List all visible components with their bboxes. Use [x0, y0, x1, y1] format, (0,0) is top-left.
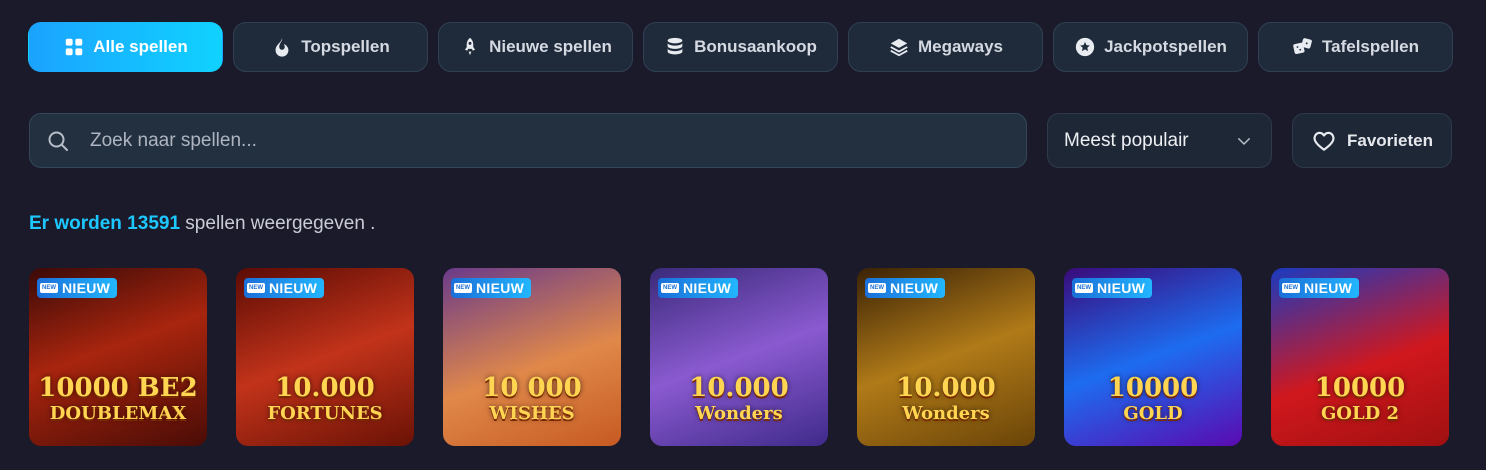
- search-bar[interactable]: [29, 113, 1027, 168]
- tab-label: Tafelspellen: [1322, 37, 1419, 56]
- new-badge-label: NIEUW: [683, 280, 732, 296]
- results-count: Er worden 13591 spellen weergegeven .: [29, 213, 375, 235]
- game-thumbnail-art: 10 000 WISHES: [443, 373, 621, 424]
- game-tile[interactable]: NEW NIEUW 10000 GOLD: [1064, 268, 1242, 446]
- game-title: 10.000: [689, 373, 789, 403]
- new-badge-label: NIEUW: [269, 280, 318, 296]
- game-thumbnail-art: 10.000 Wonders: [650, 373, 828, 424]
- game-title: 10 000: [482, 373, 582, 403]
- tab-nieuwe-spellen[interactable]: Nieuwe spellen: [438, 22, 633, 72]
- new-badge: NEW NIEUW: [658, 278, 739, 298]
- game-subtitle: GOLD 2: [1320, 403, 1400, 424]
- search-input[interactable]: [90, 129, 970, 152]
- new-badge-label: NIEUW: [62, 280, 111, 296]
- new-badge: NEW NIEUW: [1279, 278, 1360, 298]
- tab-label: Topspellen: [301, 37, 390, 56]
- tab-label: Alle spellen: [93, 37, 188, 56]
- new-badge: NEW NIEUW: [244, 278, 325, 298]
- tab-label: Bonusaankoop: [694, 37, 817, 56]
- game-thumbnail-art: 10.000 FORTUNES: [236, 373, 414, 424]
- game-title: 10.000: [896, 373, 996, 403]
- favorites-label: Favorieten: [1347, 130, 1433, 150]
- game-title: 10000: [1107, 373, 1199, 403]
- rocket-icon: [465, 37, 476, 56]
- flame-icon: [275, 37, 289, 57]
- tab-jackpotspellen[interactable]: Jackpotspellen: [1053, 22, 1248, 72]
- game-title: 10.000: [275, 373, 375, 403]
- favorites-button[interactable]: Favorieten: [1292, 113, 1452, 168]
- game-tile[interactable]: NEW NIEUW 10.000 Wonders: [857, 268, 1035, 446]
- tab-label: Nieuwe spellen: [489, 37, 612, 56]
- tab-tafelspellen[interactable]: Tafelspellen: [1258, 22, 1453, 72]
- tab-alle-spellen[interactable]: Alle spellen: [28, 22, 223, 72]
- new-badge-mini: NEW: [454, 283, 472, 293]
- new-badge-label: NIEUW: [476, 280, 525, 296]
- game-subtitle: GOLD: [1123, 403, 1183, 424]
- new-badge: NEW NIEUW: [451, 278, 532, 298]
- tab-label: Jackpotspellen: [1104, 37, 1227, 56]
- new-badge-mini: NEW: [1282, 283, 1300, 293]
- new-badge: NEW NIEUW: [865, 278, 946, 298]
- dice-icon: [1293, 38, 1312, 55]
- game-thumbnail-art: 10000 GOLD 2: [1271, 373, 1449, 424]
- search-icon: [48, 131, 68, 151]
- new-badge-mini: NEW: [868, 283, 886, 293]
- new-badge-label: NIEUW: [1304, 280, 1353, 296]
- new-badge-label: NIEUW: [890, 280, 939, 296]
- game-tile[interactable]: NEW NIEUW 10.000 Wonders: [650, 268, 828, 446]
- star-icon: [1075, 37, 1095, 57]
- game-subtitle: Wonders: [695, 403, 783, 424]
- new-badge-mini: NEW: [1075, 283, 1093, 293]
- layers-icon: [890, 38, 908, 57]
- tab-megaways[interactable]: Megaways: [848, 22, 1043, 72]
- new-badge: NEW NIEUW: [37, 278, 118, 298]
- new-badge-mini: NEW: [247, 283, 265, 293]
- game-subtitle: WISHES: [489, 403, 575, 424]
- tab-bonusaankoop[interactable]: Bonusaankoop: [643, 22, 838, 72]
- game-tile[interactable]: NEW NIEUW 10 000 WISHES: [443, 268, 621, 446]
- tab-label: Megaways: [917, 37, 1004, 56]
- grid-icon: [66, 38, 83, 56]
- heart-icon: [1313, 131, 1335, 151]
- coin-stack-icon: [667, 37, 683, 55]
- new-badge: NEW NIEUW: [1072, 278, 1153, 298]
- results-count-text: spellen weergegeven .: [180, 213, 376, 234]
- results-count-highlight: Er worden 13591: [29, 213, 181, 234]
- game-tile[interactable]: NEW NIEUW 10.000 FORTUNES: [236, 268, 414, 446]
- game-thumbnail-art: 10.000 Wonders: [857, 373, 1035, 424]
- chevron-down-icon: [1238, 137, 1250, 145]
- new-badge-mini: NEW: [40, 283, 58, 293]
- new-badge-mini: NEW: [661, 283, 679, 293]
- category-tabs: Alle spellen Topspellen Nieuwe spellen B…: [28, 22, 1453, 72]
- game-thumbnail-art: 10000 BE2 DOUBLEMAX: [29, 373, 207, 424]
- game-thumbnail-art: 10000 GOLD: [1064, 373, 1242, 424]
- tab-topspellen[interactable]: Topspellen: [233, 22, 428, 72]
- new-badge-label: NIEUW: [1097, 280, 1146, 296]
- sort-selected-value: Meest populair: [1064, 129, 1189, 151]
- game-subtitle: Wonders: [902, 403, 990, 424]
- game-subtitle: DOUBLEMAX: [49, 403, 187, 424]
- game-subtitle: FORTUNES: [267, 403, 383, 424]
- game-title: 10000 BE2: [38, 373, 198, 403]
- game-tile[interactable]: NEW NIEUW 10000 BE2 DOUBLEMAX: [29, 268, 207, 446]
- game-title: 10000: [1314, 373, 1406, 403]
- sort-dropdown[interactable]: Meest populair: [1047, 113, 1272, 168]
- game-tile[interactable]: NEW NIEUW 10000 GOLD 2: [1271, 268, 1449, 446]
- game-grid: NEW NIEUW 10000 BE2 DOUBLEMAX NEW NIEUW 10.000…: [29, 268, 1449, 446]
